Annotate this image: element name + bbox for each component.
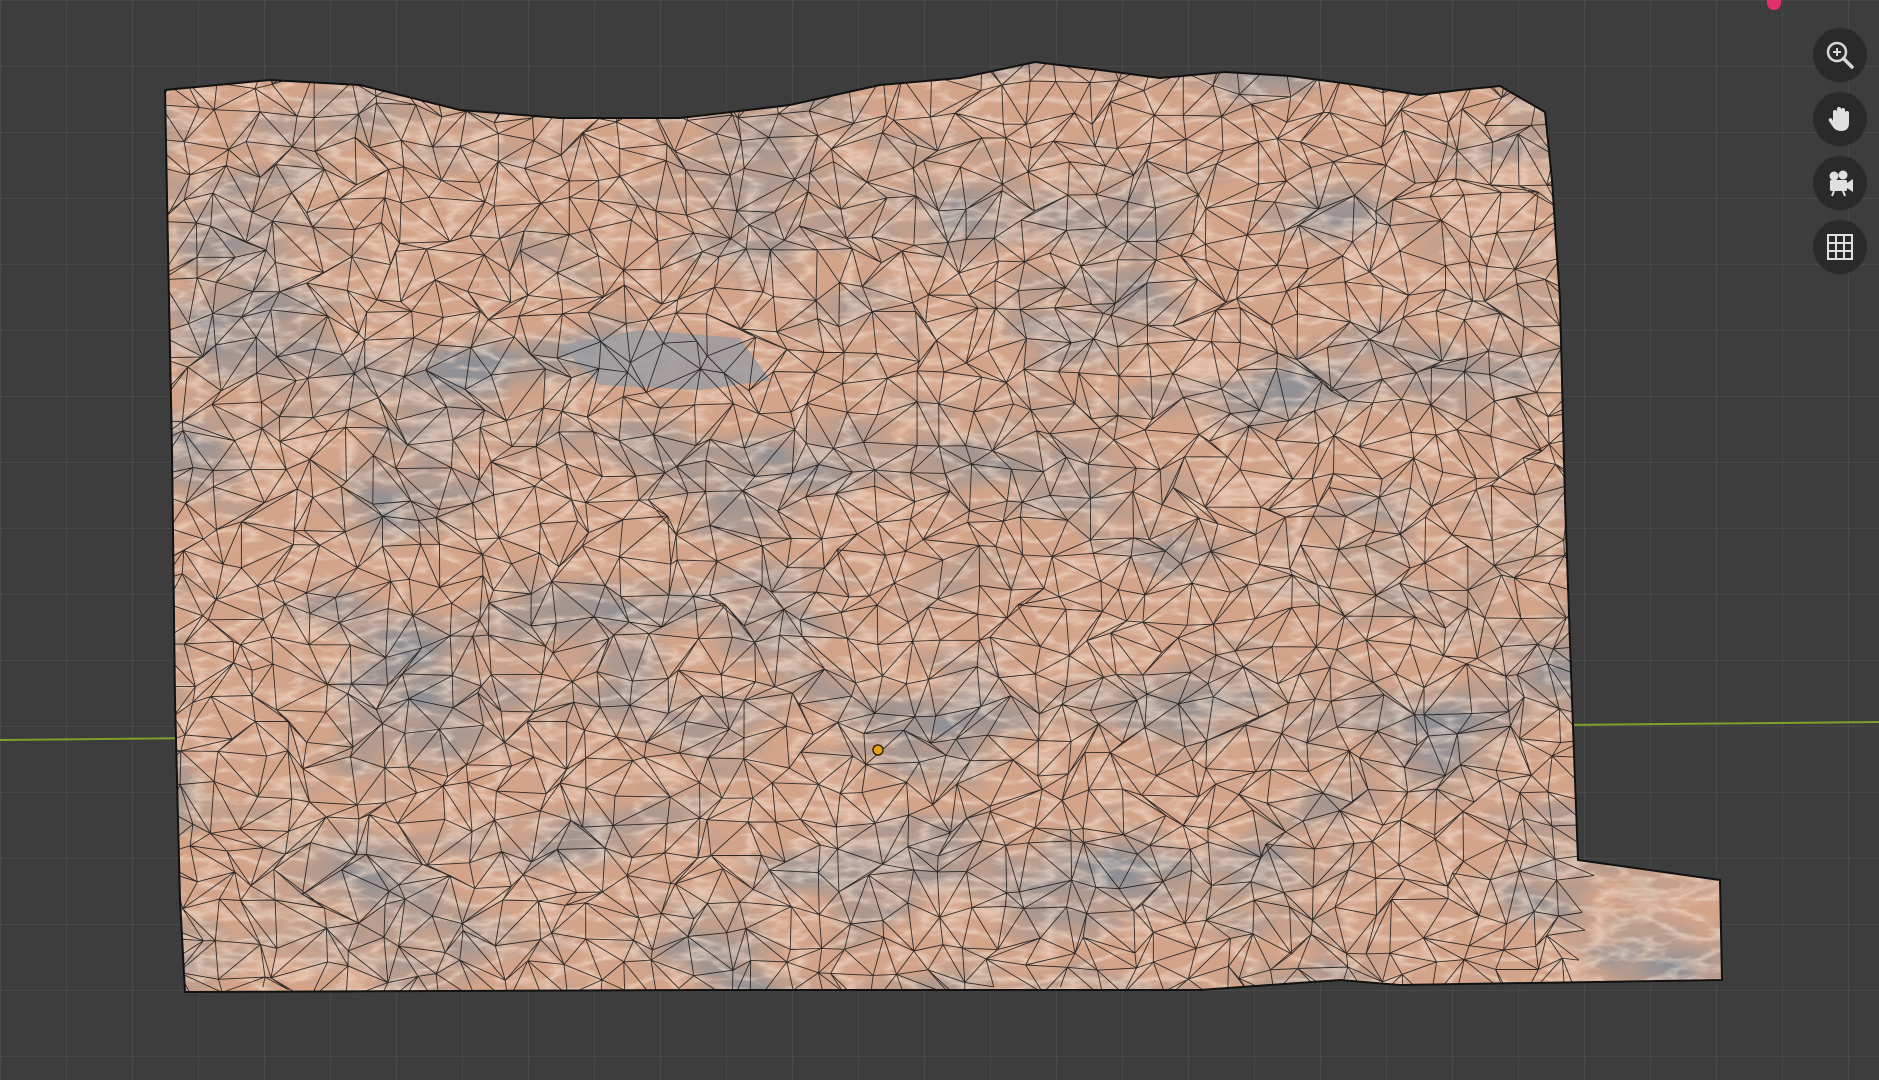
object-origin [872,744,884,756]
zoom-icon [1826,41,1854,69]
terrain-mesh [165,62,1722,992]
camera-view-button[interactable] [1813,156,1867,210]
3d-viewport[interactable] [0,0,1879,1080]
terrain-scene [0,60,1879,994]
camera-icon [1829,170,1853,197]
zoom-button[interactable] [1813,28,1867,82]
pan-button[interactable] [1813,92,1867,146]
grid-icon [1827,234,1853,260]
hand-icon [1828,107,1849,131]
perspective-toggle-button[interactable] [1813,220,1867,274]
